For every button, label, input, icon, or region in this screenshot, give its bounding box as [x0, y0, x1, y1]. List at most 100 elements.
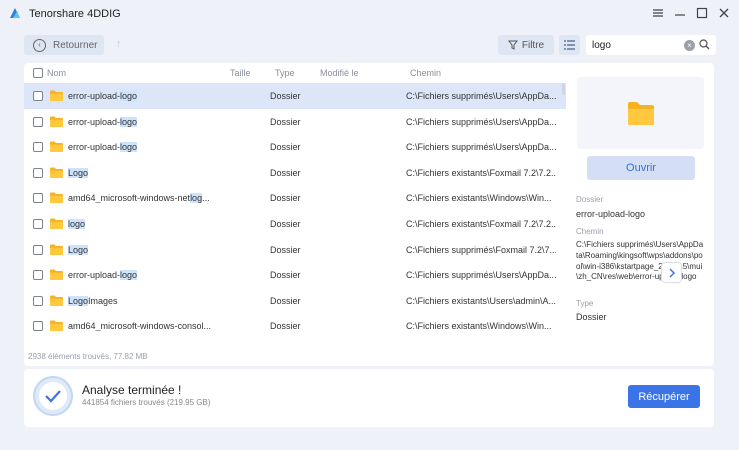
file-path: C:\Fichiers existants\Windows\Win...	[406, 193, 552, 204]
close-icon[interactable]	[716, 5, 732, 21]
folder-icon	[50, 295, 63, 306]
file-name: amd64_microsoft-windows-consol...	[68, 321, 212, 332]
search-match: logo	[120, 91, 138, 101]
file-type: Dossier	[270, 321, 301, 332]
list-view-icon	[564, 40, 575, 50]
minimize-icon[interactable]	[672, 5, 688, 21]
column-type[interactable]: Type	[275, 68, 295, 78]
file-path: C:\Fichiers existants\Foxmail 7.2\7.2...	[406, 167, 556, 178]
row-checkbox[interactable]	[33, 193, 43, 204]
path-label: Chemin	[576, 227, 604, 236]
file-type: Dossier	[270, 244, 301, 255]
file-name: Logo	[68, 244, 218, 255]
menu-icon[interactable]	[650, 5, 666, 21]
results-summary: 2938 éléments trouvés, 77.82 MB	[28, 352, 148, 361]
file-type: Dossier	[270, 91, 301, 101]
folder-icon	[50, 141, 63, 153]
table-row[interactable]: Logo Dossier C:\Fichiers existants\Foxmail…	[24, 160, 566, 186]
row-checkbox[interactable]	[33, 321, 43, 332]
select-all-checkbox[interactable]	[33, 68, 43, 78]
next-button[interactable]	[661, 262, 682, 283]
folder-icon	[50, 269, 63, 281]
chevron-right-icon	[668, 267, 675, 278]
file-type: Dossier	[270, 270, 301, 281]
file-name: error-upload-logo	[68, 91, 138, 101]
file-type: Dossier	[270, 116, 301, 127]
recover-button[interactable]: Récupérer	[628, 385, 700, 408]
table-row[interactable]: error-upload-logo Dossier C:\Fichiers supp…	[24, 134, 566, 160]
type-value: Dossier	[576, 312, 607, 322]
search-icon[interactable]	[699, 39, 710, 50]
table-header: Nom Taille Type Modifié le Chemin	[24, 63, 566, 83]
search-match: log	[190, 193, 203, 204]
status-panel: Analyse terminée ! 441854 fichiers trouv…	[24, 369, 714, 427]
folder-value: error-upload-logo	[576, 209, 646, 219]
file-name: error-upload-logo	[68, 116, 138, 127]
file-path: C:\Fichiers supprimés\Foxmail 7.2\7...	[406, 244, 556, 255]
clear-search-icon[interactable]: ×	[684, 40, 695, 51]
preview-area	[577, 77, 704, 149]
list-view-button[interactable]	[559, 35, 580, 55]
table-row[interactable]: error-upload-logo Dossier C:\Fichiers supp…	[24, 83, 566, 109]
results-panel: Nom Taille Type Modifié le Chemin error-…	[24, 63, 714, 366]
type-label: Type	[576, 299, 594, 308]
filter-button-label: Filtre	[521, 39, 545, 51]
search-match: logo	[120, 270, 138, 281]
table-row[interactable]: logo Dossier C:\Fichiers existants\Foxmail…	[24, 211, 566, 237]
table-row[interactable]: error-upload-logo Dossier C:\Fichiers supp…	[24, 109, 566, 135]
table-row[interactable]: Logo Dossier C:\Fichiers supprimés\Foxmail…	[24, 237, 566, 263]
table-row[interactable]: error-upload-logo Dossier C:\Fichiers supp…	[24, 262, 566, 288]
search-input[interactable]	[592, 39, 684, 51]
row-checkbox[interactable]	[33, 219, 43, 229]
maximize-icon[interactable]	[694, 5, 710, 21]
file-path: C:\Fichiers supprimés\Users\AppDa...	[406, 91, 556, 101]
search-match: Logo	[68, 167, 89, 178]
file-path: C:\Fichiers existants\Windows\Win...	[406, 321, 552, 332]
column-modified[interactable]: Modifié le	[320, 68, 359, 78]
file-name: Logo	[68, 167, 218, 178]
column-path[interactable]: Chemin	[410, 68, 441, 78]
back-button[interactable]: ‹ Retourner	[24, 35, 104, 55]
file-path: C:\Fichiers existants\Users\admin\A...	[406, 295, 556, 306]
file-type: Dossier	[270, 142, 301, 153]
scan-status-subtitle: 441854 fichiers trouvés (219.95 GB)	[82, 398, 211, 407]
row-checkbox[interactable]	[33, 295, 43, 306]
file-type: Dossier	[270, 219, 301, 229]
column-name[interactable]: Nom	[47, 68, 66, 78]
column-size[interactable]: Taille	[230, 68, 251, 78]
toolbar: ‹ Retourner ↑ Filtre ×	[0, 27, 739, 63]
folder-icon	[50, 90, 63, 101]
folder-icon	[50, 244, 63, 255]
file-name: logo	[68, 219, 218, 229]
filter-button[interactable]: Filtre	[498, 35, 554, 55]
search-match: Logo	[68, 244, 89, 255]
table-row[interactable]: LogoImages Dossier C:\Fichiers existants\U…	[24, 288, 566, 314]
folder-icon	[628, 102, 654, 125]
folder-icon	[50, 116, 63, 127]
file-name: error-upload-logo	[68, 270, 138, 281]
search-box: ×	[586, 35, 716, 55]
file-name: LogoImages	[68, 295, 118, 306]
folder-icon	[50, 192, 63, 204]
row-checkbox[interactable]	[33, 244, 43, 255]
file-path: C:\Fichiers supprimés\Users\AppDa...	[406, 142, 556, 153]
search-match: logo	[120, 142, 138, 153]
path-value: C:\Fichiers supprimés\Users\AppData\Roam…	[576, 240, 704, 282]
search-match: logo	[120, 116, 138, 127]
row-checkbox[interactable]	[33, 116, 43, 127]
table-row[interactable]: amd64_microsoft-windows-netlog... Dossier…	[24, 185, 566, 211]
title-bar: Tenorshare 4DDIG	[0, 0, 739, 27]
file-type: Dossier	[270, 167, 301, 178]
table-row[interactable]: amd64_microsoft-windows-consol... Dossier…	[24, 313, 566, 339]
row-checkbox[interactable]	[33, 142, 43, 153]
arrow-up-icon[interactable]: ↑	[116, 38, 122, 50]
file-name: error-upload-logo	[68, 142, 138, 153]
file-path: C:\Fichiers supprimés\Users\AppDa...	[406, 116, 556, 127]
row-checkbox[interactable]	[33, 167, 43, 178]
scan-status-title: Analyse terminée !	[82, 383, 182, 397]
row-checkbox[interactable]	[33, 270, 43, 281]
row-checkbox[interactable]	[33, 91, 43, 101]
scrollbar[interactable]	[562, 83, 565, 95]
file-path: C:\Fichiers existants\Foxmail 7.2\7.2...	[406, 219, 556, 229]
open-button[interactable]: Ouvrir	[587, 156, 695, 180]
